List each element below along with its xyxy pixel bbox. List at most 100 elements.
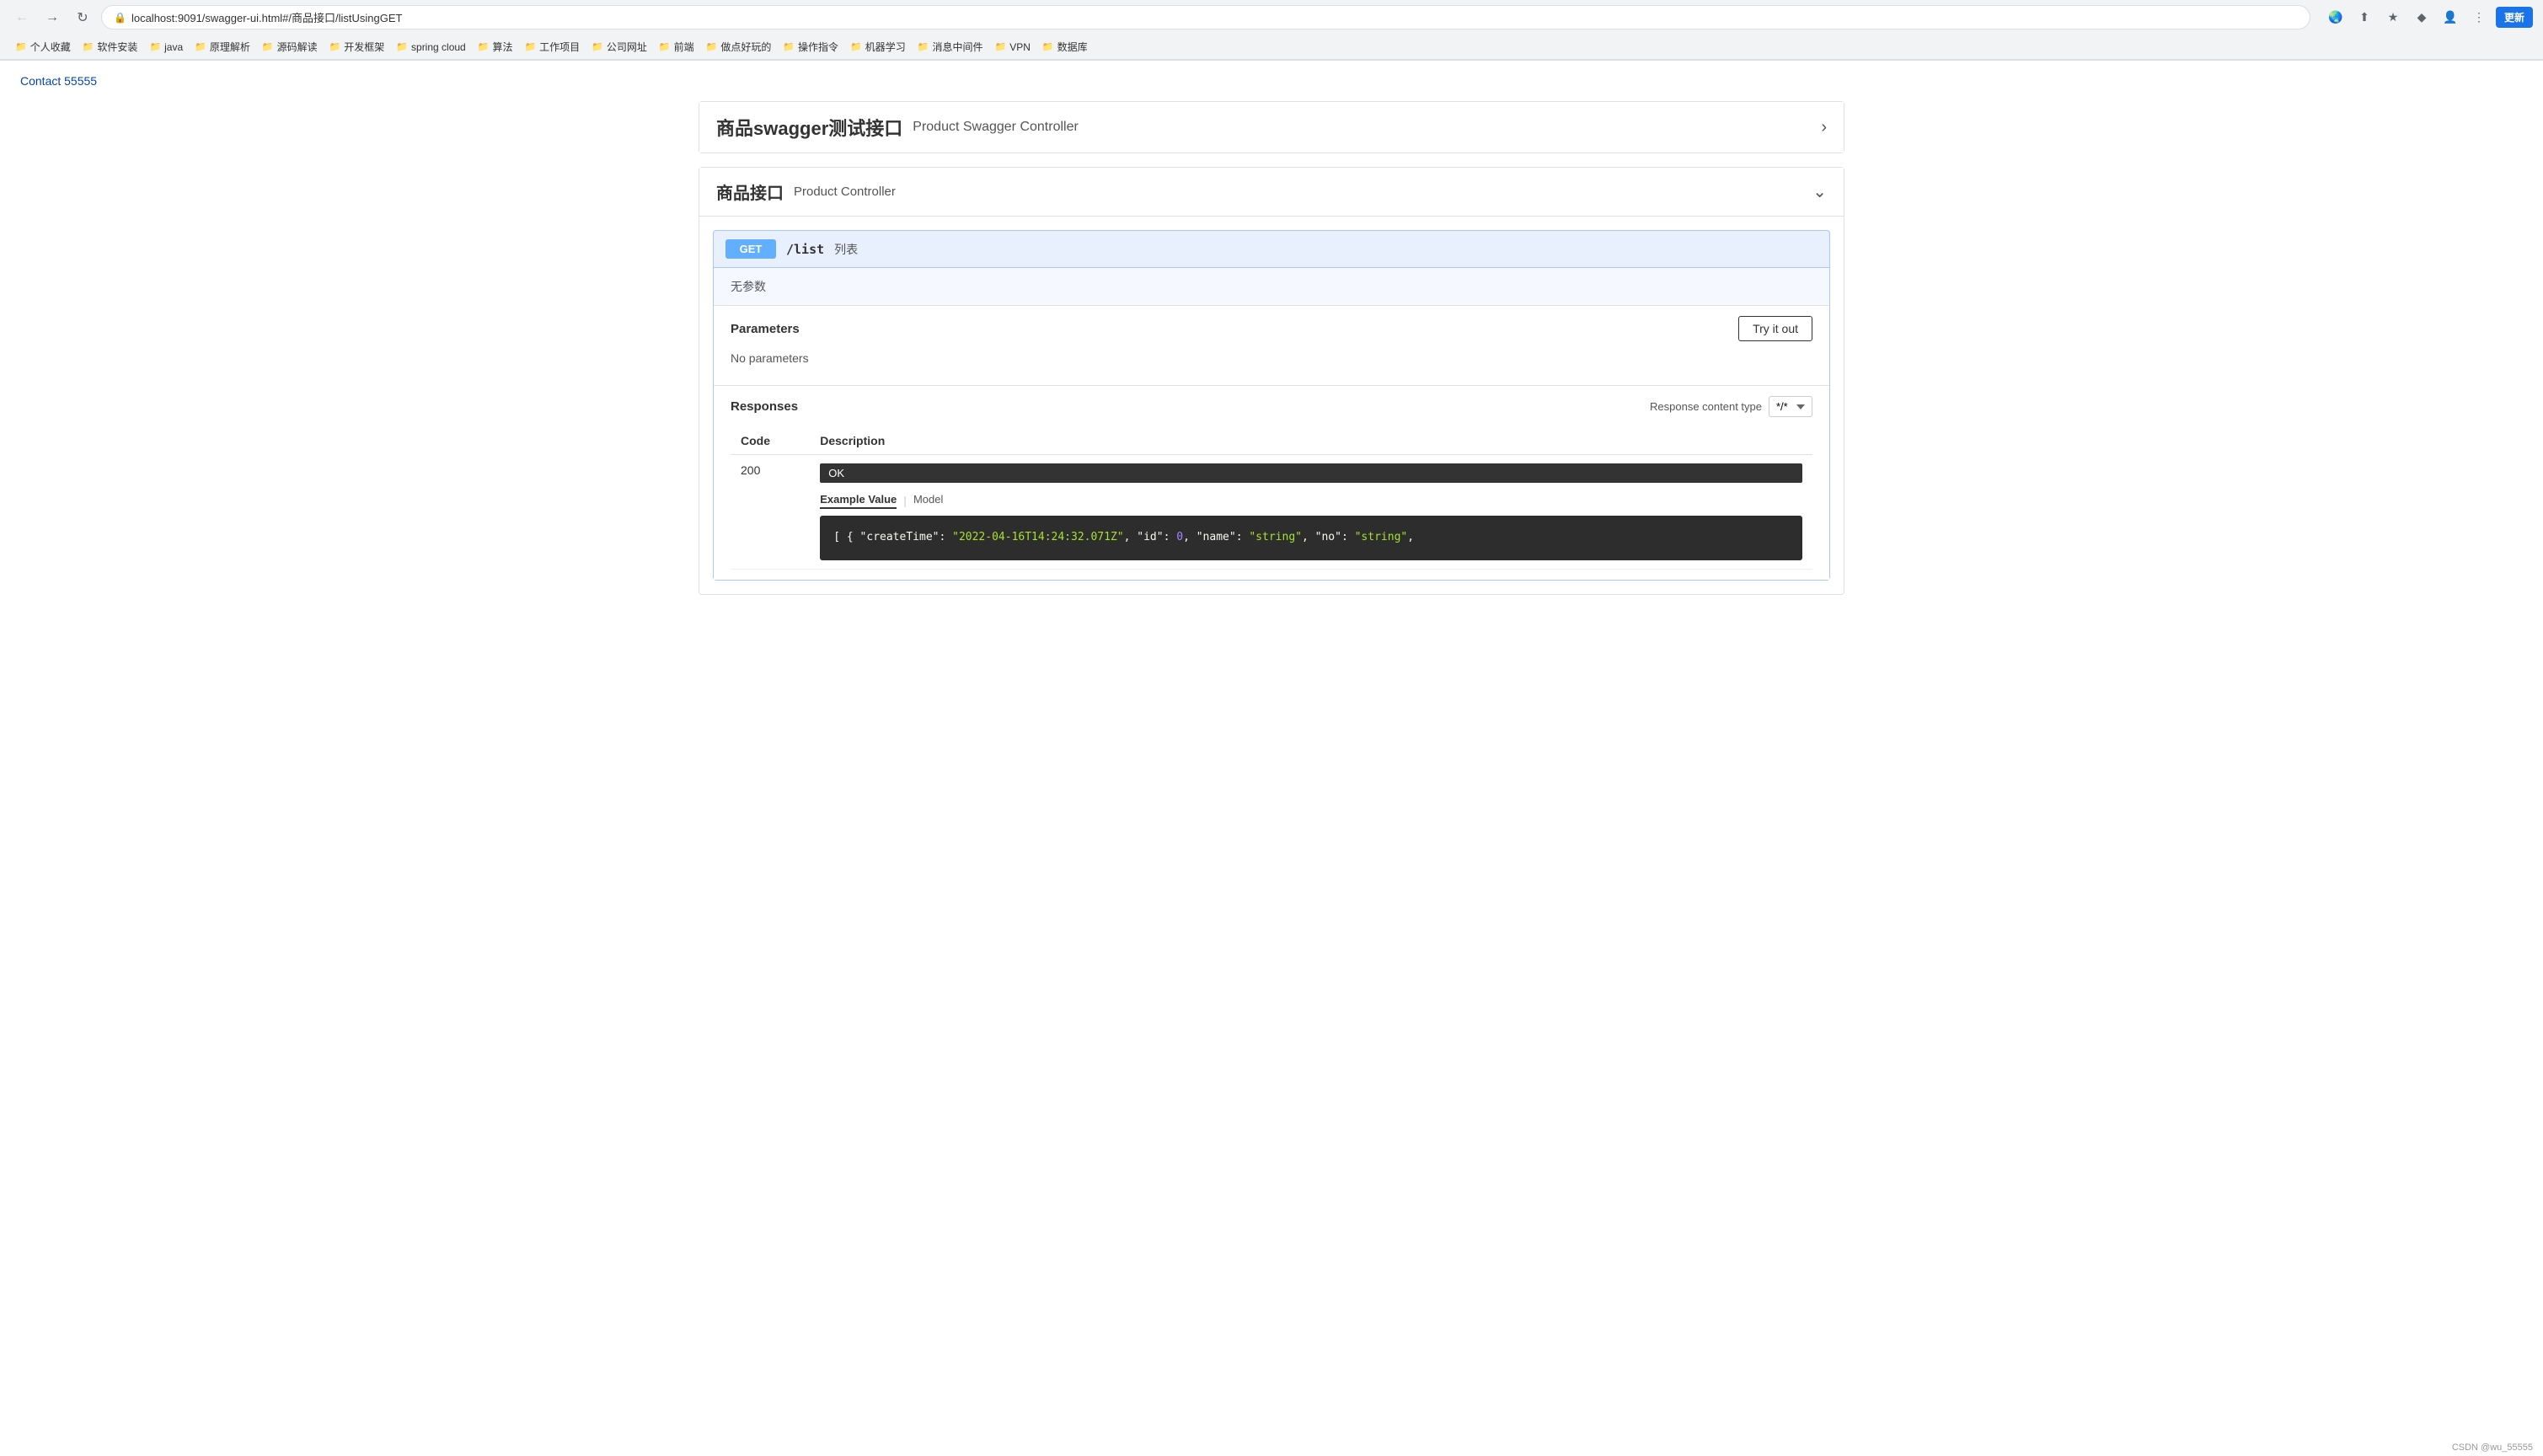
folder-icon: 📁 <box>659 41 671 52</box>
bookmark-label: 算法 <box>492 40 512 54</box>
bookmark-label: 开发框架 <box>344 40 384 54</box>
endpoint-block-get-list: GET /list 列表 无参数 Parameters <box>713 230 1830 581</box>
endpoint-header[interactable]: GET /list 列表 <box>714 231 1829 267</box>
translate-button[interactable]: 🌏 <box>2324 6 2348 29</box>
endpoint-desc: 列表 <box>834 241 858 258</box>
example-tabs: Example Value | Model <box>820 491 1802 509</box>
folder-icon: 📁 <box>524 41 536 52</box>
parameters-title: Parameters <box>731 322 800 336</box>
bookmark-数据库[interactable]: 📁 数据库 <box>1037 38 1093 56</box>
bookmark-机器学习[interactable]: 📁 机器学习 <box>845 38 911 56</box>
bookmark-VPN[interactable]: 📁 VPN <box>989 40 1035 55</box>
page-footer: CSDN @wu_55555 <box>2442 1439 2543 1456</box>
folder-icon: 📁 <box>783 41 795 52</box>
bookmark-操作指令[interactable]: 📁 操作指令 <box>778 38 843 56</box>
footer-text: CSDN @wu_55555 <box>2452 1443 2533 1453</box>
reload-button[interactable]: ↻ <box>71 6 94 29</box>
bookmark-label: java <box>164 41 183 53</box>
bookmark-spring-cloud[interactable]: 📁 spring cloud <box>391 40 470 55</box>
contact-link[interactable]: Contact 55555 <box>20 74 97 88</box>
swagger-sub-title: Product Swagger Controller <box>913 120 1079 135</box>
profile-button[interactable]: 👤 <box>2439 6 2462 29</box>
parameters-section: Parameters Try it out No parameters <box>714 306 1829 386</box>
folder-icon: 📁 <box>918 41 929 52</box>
back-button[interactable]: ← <box>10 6 34 29</box>
bookmark-label: VPN <box>1009 41 1031 53</box>
json-code-block: [ { "createTime": "2022-04-16T14:24:32.0… <box>820 516 1802 560</box>
response-table: Code Description 200 <box>731 427 1812 570</box>
example-value-tab[interactable]: Example Value <box>820 491 897 509</box>
endpoint-path: /list <box>786 242 824 257</box>
extensions-button[interactable]: ◆ <box>2410 6 2433 29</box>
folder-icon: 📁 <box>592 41 603 52</box>
bookmark-star-button[interactable]: ★ <box>2381 6 2405 29</box>
bookmark-工作项目[interactable]: 📁 工作项目 <box>519 38 585 56</box>
code-column-header: Code <box>731 427 810 455</box>
bookmark-label: 做点好玩的 <box>720 40 771 54</box>
browser-chrome: ← → ↻ 🔒 localhost:9091/swagger-ui.html#/… <box>0 0 2543 61</box>
responses-section: Responses Response content type */* <box>714 386 1829 580</box>
bookmark-消息中间件[interactable]: 📁 消息中间件 <box>913 38 988 56</box>
update-button[interactable]: 更新 <box>2496 7 2533 28</box>
folder-icon: 📁 <box>15 41 27 52</box>
no-params-row: 无参数 <box>714 268 1829 306</box>
product-controller-title: 商品接口 Product Controller <box>716 179 896 204</box>
forward-button[interactable]: → <box>40 6 64 29</box>
nav-bar: ← → ↻ 🔒 localhost:9091/swagger-ui.html#/… <box>0 0 2543 35</box>
swagger-section-title: 商品swagger测试接口 Product Swagger Controller <box>716 114 1079 141</box>
try-it-out-button[interactable]: Try it out <box>1738 316 1812 341</box>
swagger-section-product-swagger: 商品swagger测试接口 Product Swagger Controller… <box>699 101 1844 153</box>
bookmark-开发框架[interactable]: 📁 开发框架 <box>324 38 390 56</box>
swagger-main-title: 商品swagger测试接口 <box>716 114 902 141</box>
bookmark-label: 软件安装 <box>97 40 137 54</box>
swagger-section-header[interactable]: 商品swagger测试接口 Product Swagger Controller… <box>699 102 1844 153</box>
bookmark-label: 公司网址 <box>607 40 647 54</box>
bookmark-label: 机器学习 <box>865 40 906 54</box>
more-options-button[interactable]: ⋮ <box>2467 6 2491 29</box>
folder-icon: 📁 <box>195 41 206 52</box>
bookmark-label: 操作指令 <box>798 40 838 54</box>
model-tab[interactable]: Model <box>913 491 943 509</box>
bookmark-label: 工作项目 <box>539 40 580 54</box>
folder-icon: 📁 <box>478 41 490 52</box>
bookmark-个人收藏[interactable]: 📁 个人收藏 <box>10 38 76 56</box>
screenshot-button[interactable]: ⬆ <box>2353 6 2376 29</box>
bookmark-label: 消息中间件 <box>932 40 982 54</box>
folder-icon: 📁 <box>1042 41 1054 52</box>
page-content: Contact 55555 商品swagger测试接口 Product Swag… <box>0 61 2543 1432</box>
folder-icon: 📁 <box>329 41 341 52</box>
bookmark-label: 原理解析 <box>210 40 250 54</box>
description-column-header: Description <box>810 427 1812 455</box>
swagger-ui: 商品swagger测试接口 Product Swagger Controller… <box>682 101 1861 595</box>
bookmark-公司网址[interactable]: 📁 公司网址 <box>586 38 652 56</box>
bookmark-label: 源码解读 <box>277 40 318 54</box>
bookmark-前端[interactable]: 📁 前端 <box>654 38 699 56</box>
bookmark-算法[interactable]: 📁 算法 <box>473 38 518 56</box>
ok-badge-container: OK <box>820 463 1802 483</box>
chevron-down-icon: ⌄ <box>1812 181 1827 202</box>
folder-icon: 📁 <box>396 41 408 52</box>
endpoint-container: GET /list 列表 无参数 Parameters <box>699 217 1844 594</box>
address-bar[interactable]: 🔒 localhost:9091/swagger-ui.html#/商品接口/l… <box>101 5 2310 29</box>
product-controller-main-title: 商品接口 <box>716 179 784 204</box>
bookmark-原理解析[interactable]: 📁 原理解析 <box>190 38 255 56</box>
product-controller-sub-title: Product Controller <box>794 185 896 199</box>
url-text: localhost:9091/swagger-ui.html#/商品接口/lis… <box>131 9 2298 25</box>
parameters-header: Parameters Try it out <box>731 316 1812 341</box>
responses-header: Responses Response content type */* <box>731 396 1812 417</box>
response-content-type-select[interactable]: */* <box>1769 396 1812 417</box>
responses-title: Responses <box>731 399 798 414</box>
response-code-200: 200 <box>741 463 760 477</box>
no-params-text: 无参数 <box>731 280 766 293</box>
bookmark-做点好玩的[interactable]: 📁 做点好玩的 <box>701 38 777 56</box>
product-controller-section: 商品接口 Product Controller ⌄ GET /list 列表 <box>699 167 1844 595</box>
product-controller-header[interactable]: 商品接口 Product Controller ⌄ <box>699 168 1844 217</box>
bookmark-java[interactable]: 📁 java <box>144 40 188 55</box>
bookmark-软件安装[interactable]: 📁 软件安装 <box>78 38 143 56</box>
no-parameters-text: No parameters <box>731 341 1812 375</box>
ok-badge: OK <box>820 463 1802 483</box>
bookmark-源码解读[interactable]: 📁 源码解读 <box>257 38 323 56</box>
chevron-right-icon: › <box>1821 118 1827 137</box>
response-content-type-label: Response content type <box>1650 400 1762 413</box>
bookmark-label: 前端 <box>674 40 694 54</box>
